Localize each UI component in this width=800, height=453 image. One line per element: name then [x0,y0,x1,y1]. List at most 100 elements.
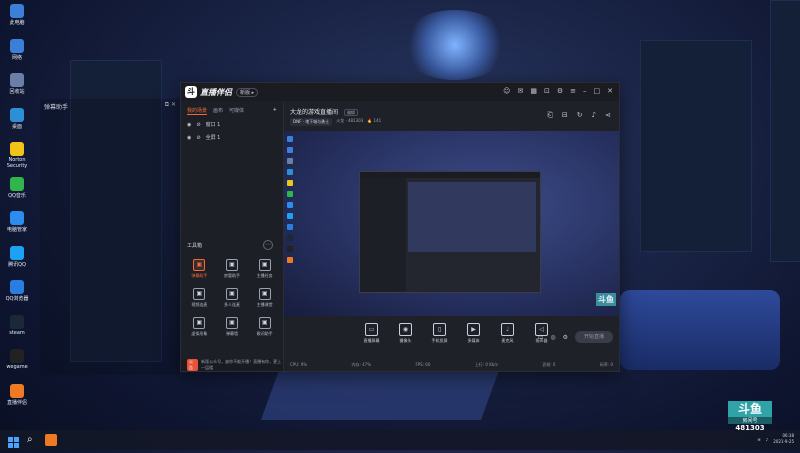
lock-icon[interactable]: ⊘ [196,122,200,128]
tool-item[interactable]: ▣ 多人连麦 [216,288,249,308]
desktop-icon[interactable]: Norton Security [2,142,32,169]
control-label: 摄像头 [399,338,412,343]
desktop-icon[interactable]: 直播伴侣 [2,383,32,406]
settings-icon[interactable]: ⚙ [557,87,563,95]
danmaku-wall-icon: ▣ [225,317,238,329]
desktop-icon[interactable]: steam [2,314,32,336]
record-icon[interactable]: ⎗ [547,111,553,120]
desktop-icon-label: steam [9,329,25,336]
desktop-icon[interactable]: 回收站 [2,73,32,95]
category-chip[interactable]: DNF · 地下城与勇士 [290,118,333,126]
tool-item[interactable]: ▣ 主播任务 [248,259,281,279]
bell-icon[interactable]: ♪ [592,111,596,120]
norton-icon [10,142,24,156]
tab-media[interactable]: 可媒体 [229,107,244,115]
tool-label: 房管助手 [223,273,240,278]
search-icon[interactable]: ⌕ [27,434,39,446]
tool-item[interactable]: ▣ 歌词助手 [248,317,281,337]
tool-item[interactable]: ▣ 房管助手 [216,259,249,279]
minimize-icon[interactable]: – [583,87,587,95]
eye-icon[interactable]: ◉ [187,135,191,141]
desktop-icon[interactable]: 网络 [2,38,32,61]
source-item[interactable]: ◉ ⊘ 全屏 1 [181,131,283,144]
tool-item[interactable]: ▣ 视频连麦 [183,288,216,308]
tool-label: 主播课堂 [256,302,273,307]
notice-tag: 公告 [187,359,199,371]
stat-item: 丢帧: 0 [542,362,556,367]
steam-icon [10,314,24,329]
version-badge[interactable]: 新版 ▸ [236,87,259,97]
qqmusic-icon [10,176,24,191]
gift-icon[interactable]: ⊡ [544,87,550,95]
eye-icon[interactable]: ◉ [187,122,191,128]
desktop-icon-label: 电脑管家 [6,227,27,233]
stream-preview[interactable]: 斗鱼 [284,131,619,316]
computer-icon [10,4,24,18]
tool-item[interactable]: ▣ 弹幕墙 [216,317,249,337]
volume-icon[interactable]: ♪ [766,437,769,442]
task-icon: ▣ [258,259,271,271]
desktop-icon[interactable]: 桌面 [2,107,32,130]
desktop-icon-label: 回收站 [9,89,25,95]
tool-item[interactable]: ▣ 弹幕助手 [183,259,216,279]
taskbar: ⌕ ≋ ♪ 06:38 2021-9-25 [0,430,800,450]
recycle-bin-icon [10,73,24,87]
close-icon[interactable]: ✕ [607,87,613,95]
source-control-button[interactable]: ♩ 麦克风 [497,323,519,344]
source-item[interactable]: ◉ ⊘ 窗口 1 [181,118,283,131]
control-label: 直播屏幕 [363,338,380,343]
screen-icon: ▭ [365,323,378,336]
phone-icon: ▯ [433,323,446,336]
dock-controls[interactable]: ⧉ ✕ [165,101,176,109]
maximize-icon[interactable]: □ [594,87,601,95]
date: 2021-9-25 [773,439,794,444]
view-icon[interactable]: ◎ [550,334,555,341]
desktop-icon[interactable]: QQ音乐 [2,176,32,199]
desktop-icon[interactable]: 腾讯QQ [2,245,32,268]
wifi-icon[interactable]: ≋ [757,437,760,442]
desktop-icon[interactable]: QQ浏览器 [2,280,32,302]
tool-label: 视频连麦 [191,302,208,307]
desktop-icon-label: 桌面 [11,123,22,130]
record-button-icon[interactable]: ▭ [538,334,544,341]
settings-gear-icon[interactable]: ⚙ [563,334,568,341]
preview-watermark: 斗鱼 [596,293,616,306]
desktop-icon[interactable]: 此电脑 [2,4,32,26]
edit-room-button[interactable]: 编辑 [343,109,358,116]
live-companion-window: 斗 直播伴侣 新版 ▸ ☺ ✉ ▦ ⊡ ⚙ ≡ – □ ✕ 我的场景 画布 可媒… [180,82,620,372]
lock-icon[interactable]: ⊘ [196,135,200,141]
notice-bar[interactable]: 公告 新版公众号，缺你不能开播！直播有你，更上一层楼 [181,359,283,371]
douyu-companion-icon [10,383,24,398]
go-live-button[interactable]: 开始直播 [575,331,613,343]
source-control-button[interactable]: ▭ 直播屏幕 [361,323,383,344]
add-source-button[interactable]: + [273,107,277,115]
danmaku-dock-panel[interactable]: 弹幕助手 ⧉ ✕ [40,99,180,375]
scene-panel: 我的场景 画布 可媒体 + ◉ ⊘ 窗口 1 ◉ ⊘ 全屏 1 工具箱 ⋯ ▣ 弹… [181,101,284,371]
grid-icon[interactable]: ▦ [530,87,537,95]
windows-start-icon[interactable] [8,434,20,448]
menu-icon[interactable]: ≡ [570,87,576,95]
source-control-button[interactable]: ▯ 手机投屏 [429,323,451,344]
share-icon[interactable]: ⋖ [605,111,611,120]
lock-screen-icon[interactable]: ⊟ [562,111,568,120]
source-control-button[interactable]: ▶ 多媒体 [463,323,485,344]
avatar-icon[interactable]: ☺ [503,87,510,95]
network-icon [10,38,24,53]
source-control-button[interactable]: ◉ 摄像头 [395,323,417,344]
tool-item[interactable]: ▣ 虚拟形象 [183,317,216,337]
tab-my-scene[interactable]: 我的场景 [187,107,208,115]
scene-tabs: 我的场景 画布 可媒体 + [181,101,283,118]
room-toolbar: ⎗ ⊟ ↻ ♪ ⋖ [547,111,611,120]
desktop-icon[interactable]: wegame [2,349,32,370]
control-label: 手机投屏 [431,338,448,343]
tab-canvas[interactable]: 画布 [213,107,223,115]
recursive-preview-window [359,171,541,293]
replay-icon[interactable]: ↻ [577,111,583,120]
desktop-icon[interactable]: 电脑管家 [2,211,32,233]
live-companion-taskbar-icon[interactable] [45,434,57,446]
tool-item[interactable]: ▣ 主播课堂 [248,288,281,308]
clock[interactable]: 06:38 2021-9-25 [773,433,794,445]
stat-item: 码率: 0 [599,362,613,367]
message-icon[interactable]: ✉ [517,87,523,95]
toolbox-more-button[interactable]: ⋯ [263,240,273,250]
